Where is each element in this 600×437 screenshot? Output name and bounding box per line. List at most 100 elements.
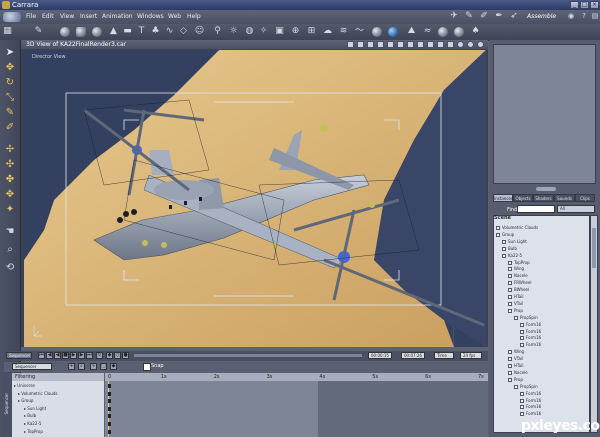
keyframe-marker[interactable] [108,406,111,411]
track-row[interactable]: ▸ Bulb [14,412,36,419]
snap-checkbox[interactable] [143,363,151,371]
tree-node[interactable]: Form16 [520,329,541,335]
terrain-icon[interactable]: ⛰ [406,26,417,37]
volume-icon[interactable]: ☁ [322,26,333,37]
track-row[interactable]: ▸ Group [14,397,33,404]
select-arrow-icon[interactable]: ➤ [4,47,16,59]
panel-splitter-handle[interactable] [536,187,556,191]
dolly-icon[interactable]: ✥ [4,189,16,201]
ring-icon[interactable] [454,27,464,37]
camera-icon[interactable]: ▣ [274,26,285,37]
vertex-icon[interactable]: ◇ [178,26,189,37]
tree-expander-icon[interactable] [508,377,512,382]
keyframe-marker[interactable] [108,384,111,388]
tree-expander-icon[interactable] [508,295,512,299]
eyedropper-icon[interactable]: ✐ [4,122,16,134]
sequencer-side-tab[interactable]: Sequencer [4,373,12,437]
tree-node[interactable]: HTail [508,363,523,369]
track-row[interactable]: ▸ TopProp [14,428,43,435]
atmosphere-icon[interactable] [372,27,382,37]
water-icon[interactable]: ≈ [422,26,433,37]
keyframe-marker[interactable] [108,399,111,404]
tab-sounds[interactable]: Sounds [554,194,575,202]
tree-expander-icon[interactable] [508,357,512,362]
move-icon[interactable]: ✥ [4,62,16,74]
orbit-icon[interactable]: ✦ [4,204,16,216]
production-frame-icon[interactable] [427,41,434,48]
tree-expander-icon[interactable] [520,405,524,410]
tree-icon[interactable]: ♠ [470,26,481,37]
figure-icon[interactable]: ☺ [194,26,205,37]
tree-node[interactable]: Group [496,232,514,238]
spotlight-icon[interactable]: ✧ [258,26,269,37]
eye-icon[interactable]: ◉ [565,12,577,21]
tree-node[interactable]: Form16 [520,398,541,404]
dome-icon[interactable] [438,27,448,37]
translate-y-icon[interactable]: ✣ [4,159,16,171]
tree-node[interactable]: Wing [508,266,524,272]
minimize-button[interactable]: _ [570,1,579,9]
current-time-field[interactable]: 00:00:15 [368,352,392,359]
safe-area-icon[interactable] [437,41,444,48]
keys-icon[interactable]: ◆ [110,363,117,370]
tree-node[interactable]: Bulb [502,246,517,252]
tree-expander-icon[interactable] [496,232,500,237]
find-input[interactable] [517,205,555,213]
tab-objects[interactable]: Objects [513,194,533,202]
undo-view-icon[interactable]: ⟲ [4,262,16,274]
play-icon[interactable]: ▶ [70,352,77,359]
tree-node[interactable]: VTail [508,301,523,307]
grid-toggle-icon[interactable] [387,41,394,48]
shaded-icon[interactable] [367,41,374,48]
room-storyboard-icon[interactable]: ✎ [463,12,475,21]
time-scrubber-track[interactable] [134,354,362,357]
tree-expander-icon[interactable] [508,350,512,355]
viewport-3d-scene[interactable]: Director View [24,50,486,347]
settings-icon[interactable]: ▤ [589,12,600,21]
paint-icon[interactable]: ✎ [4,107,16,119]
tree-expander-icon[interactable] [502,246,506,251]
tree-expander-icon[interactable] [502,239,506,244]
tree-expander-icon[interactable] [508,308,512,313]
tree-node[interactable]: Form16 [520,335,541,341]
translate-z-icon[interactable]: ✤ [4,174,16,186]
cube-primitive-icon[interactable] [76,27,86,37]
tree-node[interactable]: HTail [508,294,523,300]
track-row[interactable]: ▸ Sun Light [14,405,46,412]
tree-node[interactable]: Prop [508,308,523,314]
sequencer-mode-select[interactable]: Sequencer [12,363,52,370]
zoom-icon[interactable]: ⌕ [4,244,16,256]
step-back-icon[interactable]: ◀ [46,352,53,359]
tree-expander-icon[interactable] [520,391,524,396]
tree-expander-icon[interactable] [508,301,512,306]
plane-primitive-icon[interactable]: ▬ [122,26,133,37]
room-texture-icon[interactable]: ✐ [478,12,490,21]
tree-expander-icon[interactable] [508,281,512,286]
menu-view[interactable]: View [60,13,74,20]
view-mode-icon[interactable] [347,41,354,48]
track-row[interactable]: ▸ Volumetric Clouds [14,390,57,397]
tab-instances[interactable]: Instances [493,194,513,202]
tween-icon[interactable]: ∿ [90,363,97,370]
light-icon[interactable]: ☼ [228,26,239,37]
menu-windows[interactable]: Windows [137,13,164,20]
tree-expander-icon[interactable] [508,260,512,265]
lock-icon[interactable]: ▢ [100,363,107,370]
track-row[interactable]: ▸ Ka22-5 [14,420,41,427]
find-scope-select[interactable]: All [557,205,595,213]
step-forward-icon[interactable]: ▶ [78,352,85,359]
tree-expander-icon[interactable] [520,398,524,403]
end-time-field[interactable]: 00:07:26 [401,352,425,359]
tree-node[interactable]: TopProp [508,260,530,266]
go-start-icon[interactable]: ⏮ [38,352,45,359]
tree-expander-icon[interactable] [496,226,500,230]
room-model-icon[interactable]: ✈ [448,12,460,21]
fog-icon[interactable]: ≋ [338,26,349,37]
tree-node[interactable]: BWheel [508,287,529,293]
tree-node[interactable]: PropSpin [514,384,538,390]
rotate-icon[interactable]: ↻ [4,77,16,89]
tree-node[interactable]: Nacele [508,370,528,376]
tree-expander-icon[interactable] [502,253,506,258]
ambient-icon[interactable] [467,41,474,48]
tree-node[interactable]: Form16 [520,404,541,410]
